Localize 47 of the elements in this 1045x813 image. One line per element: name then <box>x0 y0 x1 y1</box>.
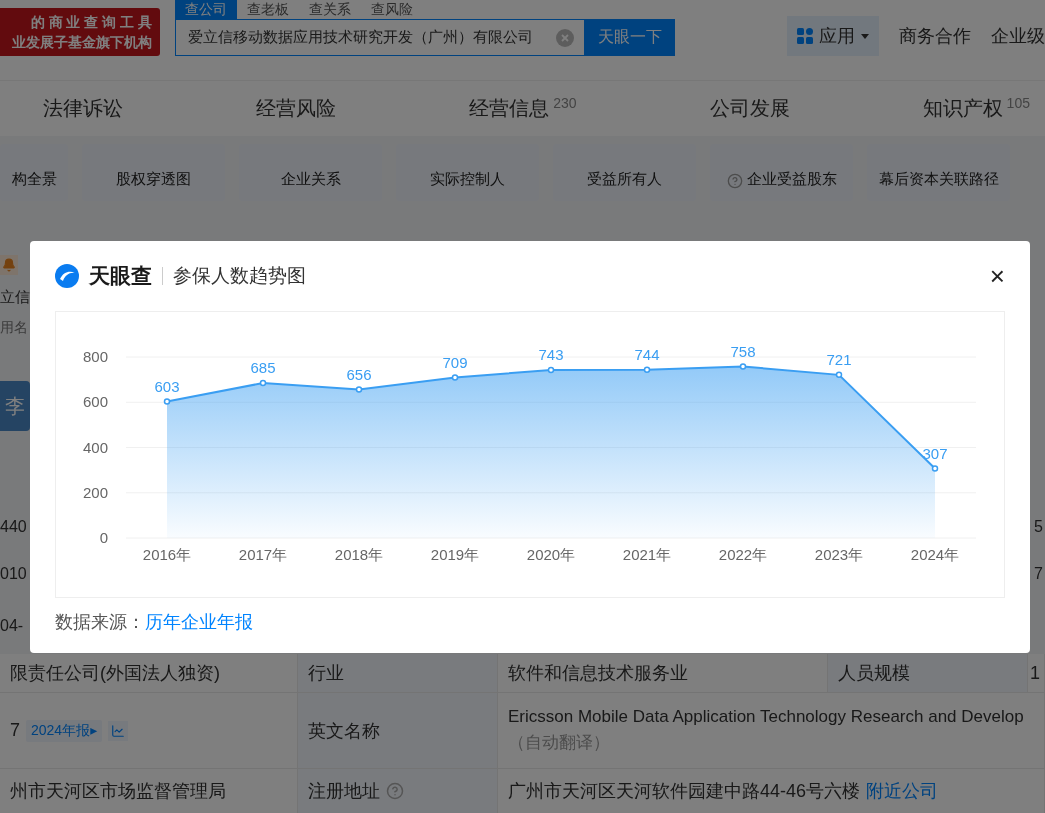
data-label: 307 <box>922 444 948 462</box>
data-label: 721 <box>826 350 852 368</box>
x-axis-label: 2017年 <box>238 546 288 563</box>
x-axis-label: 2023年 <box>814 546 864 563</box>
data-label: 758 <box>730 342 756 360</box>
avatar: 李 <box>0 381 30 431</box>
field-label: 英文名称 <box>308 719 380 743</box>
data-label: 656 <box>346 365 372 383</box>
source-label: 数据来源： <box>55 611 145 634</box>
field-value: 440 <box>0 517 27 536</box>
field-value: 州市天河区市场监督管理局 <box>10 780 226 803</box>
data-label: 709 <box>442 353 468 371</box>
logo-text: 业发展子基金旗下机构 <box>12 33 152 52</box>
modal-title: 参保人数趋势图 <box>173 264 306 288</box>
field-label: 人员规模 <box>838 662 910 685</box>
field-value: Ericsson Mobile Data Application Technology Research and Develop <box>508 707 1024 727</box>
data-label: 743 <box>538 345 564 363</box>
x-axis-label: 2020年 <box>526 546 576 563</box>
x-axis-label: 2022年 <box>718 546 768 563</box>
y-axis-label: 800 <box>82 348 108 365</box>
field-value: 010 <box>0 565 27 583</box>
y-axis-label: 200 <box>82 483 108 501</box>
field-value: 广州市天河区天河软件园建中路44-46号六楼 <box>508 780 861 803</box>
brand-name: 天眼查 <box>89 263 152 289</box>
data-label: 603 <box>154 377 180 395</box>
field-value: 限责任公司(外国法人独资) <box>10 662 220 685</box>
company-name: 立信 <box>0 288 30 307</box>
x-axis-label: 2024年 <box>910 546 960 563</box>
y-axis-label: 600 <box>82 393 108 411</box>
y-axis-label: 0 <box>99 529 108 546</box>
field-value: 5 <box>1034 517 1043 536</box>
field-label: 行业 <box>308 662 344 685</box>
x-axis-label: 2016年 <box>142 546 192 563</box>
x-axis-label: 2018年 <box>334 546 384 563</box>
field-value: 7 <box>10 720 20 741</box>
field-value: 软件和信息技术服务业 <box>508 662 688 685</box>
field-value: 04- <box>0 617 24 635</box>
former-name-label: 用名 <box>0 318 28 337</box>
field-value: 7 <box>1034 565 1043 583</box>
data-label: 685 <box>250 359 276 376</box>
logo-text: 的 商 业 查 询 工 具 <box>30 13 152 32</box>
field-label: 注册地址 <box>308 780 380 803</box>
y-axis-label: 400 <box>82 438 108 456</box>
data-label: 744 <box>634 345 660 363</box>
x-axis-label: 2021年 <box>622 546 672 563</box>
x-axis-label: 2019年 <box>430 546 480 563</box>
field-value: 1 <box>1030 662 1040 684</box>
